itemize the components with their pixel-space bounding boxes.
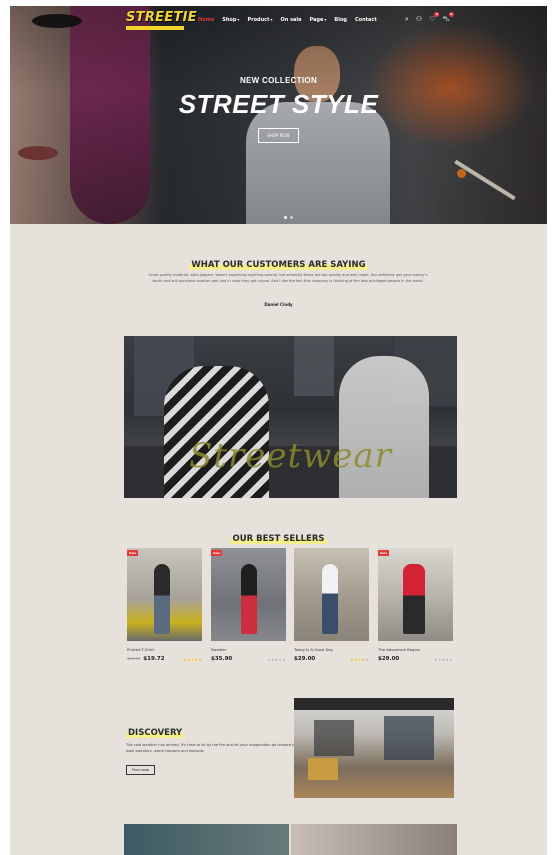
- testimonials-heading: WHAT OUR CUSTOMERS ARE SAYING: [189, 260, 368, 270]
- store-counter: [308, 758, 338, 780]
- lookbook-image-right[interactable]: [291, 824, 457, 855]
- product-card[interactable]: Sale Sweater $35.90 ★★★★★: [211, 548, 286, 662]
- product-meta: $35.90 ★★★★★: [211, 656, 286, 662]
- testimonial-author: Daniel Cindy: [264, 302, 293, 307]
- product-price: $29.00: [378, 656, 400, 662]
- hero-subtitle: NEW COLLECTION: [239, 76, 318, 85]
- product-name[interactable]: Printed T-Shirt: [127, 647, 202, 652]
- product-image[interactable]: Sale: [378, 548, 453, 641]
- testimonial-quote: Great quality material, solid joggers. W…: [148, 273, 428, 283]
- slider-dots: [284, 216, 293, 219]
- product-price: $25.00 $19.72: [127, 656, 165, 662]
- star-rating: ★★★★★: [434, 657, 453, 662]
- best-sellers-heading: OUR BEST SELLERS: [230, 534, 327, 544]
- heart-icon[interactable]: ♡ 0: [429, 12, 440, 24]
- chevron-down-icon: ▾: [270, 17, 273, 22]
- banner-model-right: [339, 356, 429, 498]
- cart-icon[interactable]: ⛍ 0: [442, 12, 454, 24]
- hero-title: STREET STYLE: [178, 89, 379, 119]
- product-grid: Sale Printed T-Shirt $25.00 $19.72 ★★★★★ …: [127, 548, 453, 668]
- star-rating: ★★★★★: [267, 657, 286, 662]
- slider-dot-1[interactable]: [284, 216, 287, 219]
- discovery-heading: DISCOVERY: [126, 728, 185, 738]
- nav-item-blog[interactable]: Blog: [334, 17, 347, 23]
- product-meta: $29.00 ★★★★★: [294, 656, 369, 662]
- product-price: $29.00: [294, 656, 316, 662]
- slider-dot-2[interactable]: [290, 216, 293, 219]
- nav-item-contact[interactable]: Contact: [355, 17, 377, 23]
- product-model: [322, 564, 338, 634]
- product-card[interactable]: Sale Printed T-Shirt $25.00 $19.72 ★★★★★: [127, 548, 202, 662]
- banner-script-text: Streetwear: [189, 436, 392, 476]
- main-menu: Home Shop▾ Product▾ On sale Page▾ Blog C…: [198, 17, 377, 23]
- sale-badge: Sale: [378, 550, 390, 556]
- sale-badge: Sale: [127, 550, 139, 556]
- top-navigation: STREETIE Home Shop▾ Product▾ On sale Pag…: [10, 6, 547, 36]
- product-name[interactable]: The Adventure Begins: [378, 647, 453, 652]
- nav-item-shop[interactable]: Shop▾: [222, 17, 239, 23]
- star-icon: ★: [282, 656, 286, 662]
- product-image[interactable]: [294, 548, 369, 641]
- star-icon: ★: [365, 656, 369, 662]
- chevron-down-icon: ▾: [237, 17, 240, 22]
- product-model: [154, 564, 170, 634]
- wishlist-count-badge: 0: [434, 12, 440, 17]
- hero-content: NEW COLLECTION STREET STYLE SHOP NOW: [10, 76, 547, 143]
- shop-now-button[interactable]: SHOP NOW: [258, 128, 299, 143]
- hero-slider: STREETIE Home Shop▾ Product▾ On sale Pag…: [10, 6, 547, 224]
- product-model: [403, 564, 425, 634]
- star-icon: ★: [449, 656, 453, 662]
- nav-item-product[interactable]: Product▾: [247, 17, 272, 23]
- store-rack: [314, 720, 354, 756]
- star-rating: ★★★★★: [183, 657, 202, 662]
- nav-item-home[interactable]: Home: [198, 17, 214, 23]
- product-name[interactable]: Today Is A Good Day: [294, 647, 369, 652]
- discovery-text: The cold weather has arrived, it's time …: [126, 743, 296, 753]
- product-image[interactable]: Sale: [127, 548, 202, 641]
- find-more-button[interactable]: Find more: [126, 765, 156, 775]
- product-price: $35.90: [211, 656, 233, 662]
- lookbook-image-left[interactable]: [124, 824, 289, 855]
- product-image[interactable]: Sale: [211, 548, 286, 641]
- sale-badge: Sale: [211, 550, 223, 556]
- star-icon: ★: [198, 656, 202, 662]
- star-rating: ★★★★★: [350, 657, 369, 662]
- header-icons: ⌕ ⚇ ♡ 0 ⛍ 0: [405, 12, 454, 24]
- chevron-down-icon: ▾: [324, 17, 327, 22]
- banner-building: [294, 336, 334, 396]
- product-old-price: $25.00: [127, 656, 141, 661]
- nav-item-page[interactable]: Page▾: [310, 17, 327, 23]
- nav-item-on-sale[interactable]: On sale: [281, 17, 302, 23]
- product-card[interactable]: Today Is A Good Day $29.00 ★★★★★: [294, 548, 369, 662]
- logo-tagline-bar: [126, 26, 184, 30]
- store-rack: [384, 716, 434, 760]
- search-icon[interactable]: ⌕: [405, 15, 409, 24]
- logo-text: STREETIE: [126, 10, 197, 25]
- store-ceiling: [294, 698, 454, 710]
- page: STREETIE Home Shop▾ Product▾ On sale Pag…: [10, 6, 547, 855]
- product-model: [241, 564, 257, 634]
- user-icon[interactable]: ⚇: [416, 15, 422, 24]
- streetwear-banner[interactable]: Streetwear: [124, 336, 457, 498]
- site-logo[interactable]: STREETIE: [126, 11, 197, 31]
- banner-model-left: [164, 366, 269, 498]
- discovery-store-image: [294, 698, 454, 798]
- product-name[interactable]: Sweater: [211, 647, 286, 652]
- cart-count-badge: 0: [448, 12, 454, 17]
- product-meta: $29.00 ★★★★★: [378, 656, 453, 662]
- product-meta: $25.00 $19.72 ★★★★★: [127, 656, 202, 662]
- product-card[interactable]: Sale The Adventure Begins $29.00 ★★★★★: [378, 548, 453, 662]
